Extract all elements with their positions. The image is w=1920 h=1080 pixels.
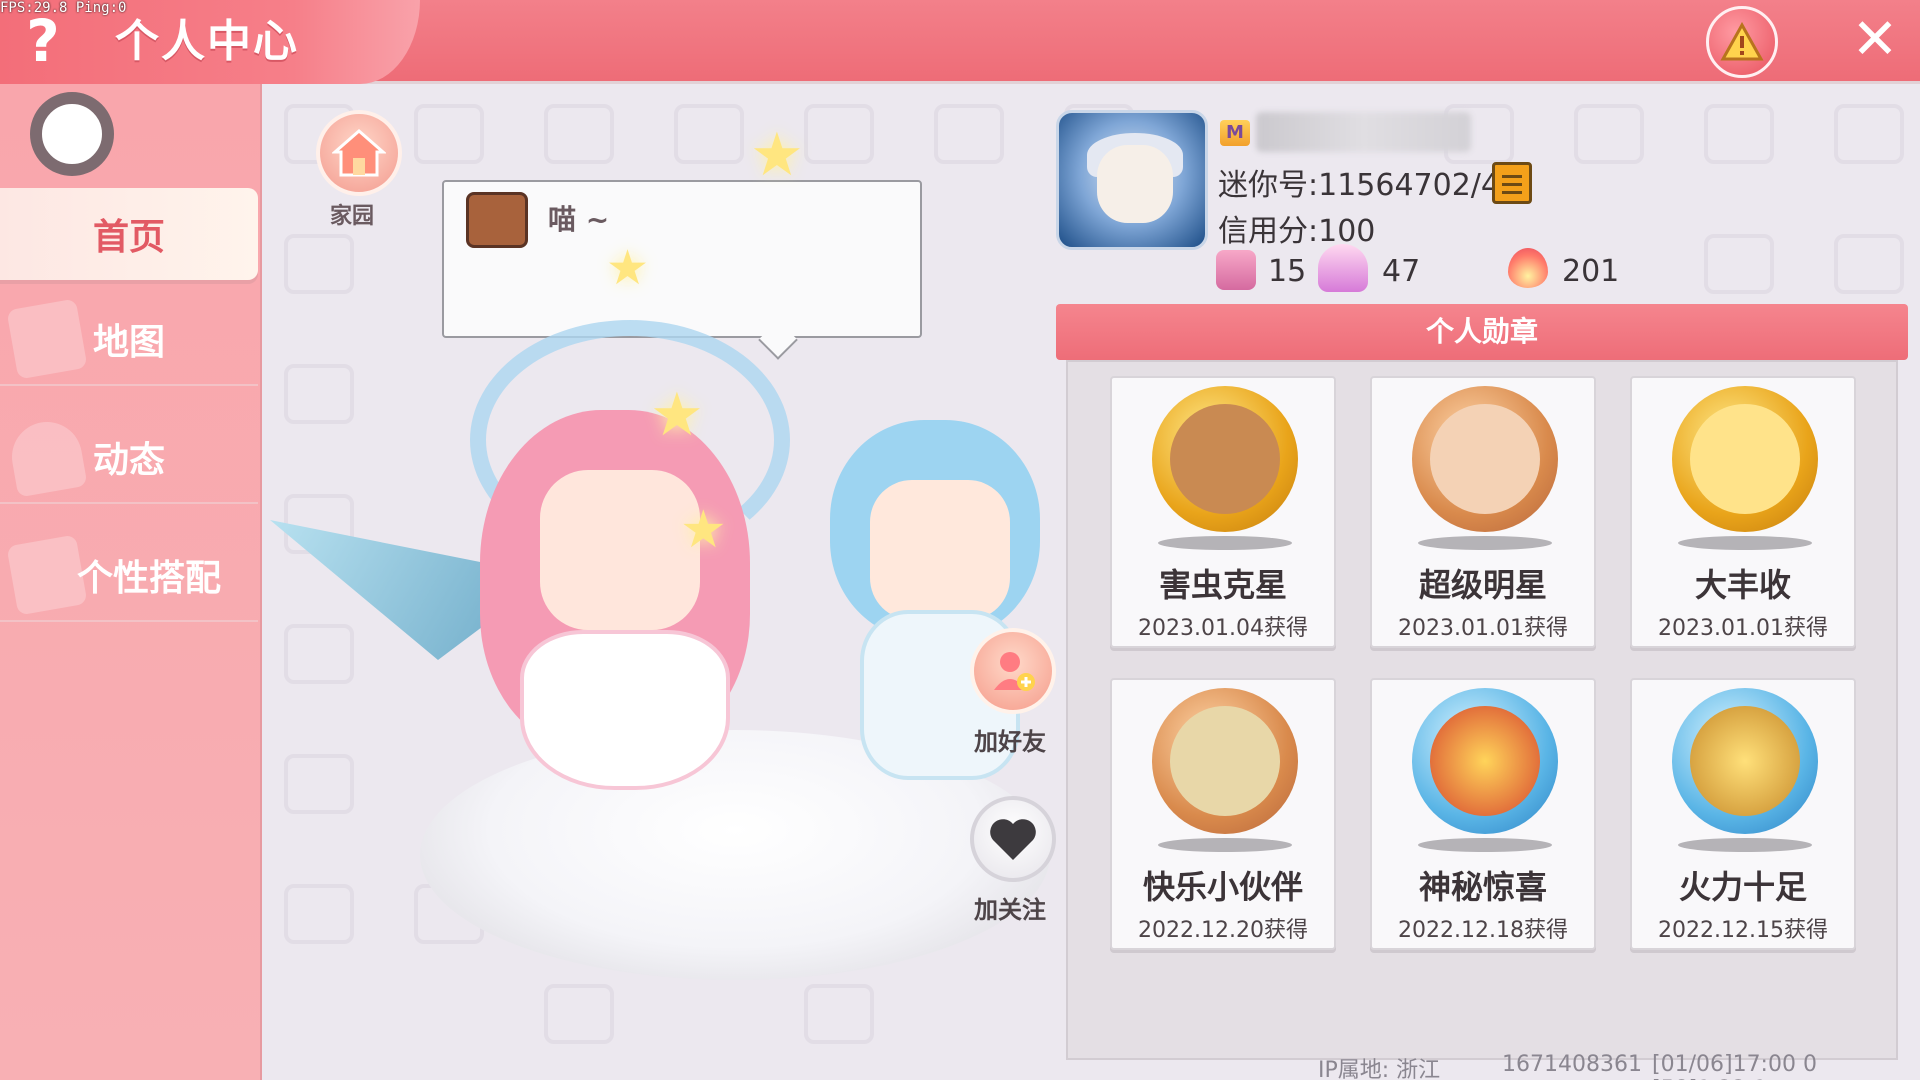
star-icon: ★ — [650, 380, 704, 450]
star-icon: ★ — [680, 500, 727, 560]
medal-card[interactable]: 神秘惊喜 2022.12.18获得 — [1370, 678, 1596, 950]
sidebar-item-feed[interactable]: 动态 — [0, 412, 258, 504]
record-button[interactable] — [30, 92, 114, 176]
fire-icon — [1508, 248, 1548, 288]
medal-date: 2022.12.18获得 — [1398, 918, 1568, 943]
medal-card[interactable]: 超级明星 2023.01.01获得 — [1370, 376, 1596, 648]
medal-date: 2023.01.04获得 — [1138, 616, 1308, 641]
membership-badge-icon: M — [1220, 120, 1250, 146]
house-icon — [332, 129, 386, 177]
medal-date: 2022.12.15获得 — [1658, 918, 1828, 943]
ip-location: IP属地: 浙江 — [1318, 1058, 1441, 1080]
credit-score: 信用分:100 — [1218, 214, 1376, 249]
version-info: [01/06]17:00 0 [58]1.22.1 — [1652, 1052, 1817, 1080]
fps-counter: FPS:29.8 Ping:0 — [0, 0, 127, 16]
username-redacted — [1256, 112, 1471, 152]
medal-shadow — [1678, 838, 1812, 852]
medal-date: 2023.01.01获得 — [1398, 616, 1568, 641]
stat-count: 47 — [1382, 254, 1421, 289]
page-title: 个人中心 — [115, 16, 299, 67]
copy-icon[interactable] — [1492, 162, 1532, 204]
sidebar: 首页 地图 动态 个性搭配 — [0, 84, 262, 1080]
top-bar: ? 个人中心 ✕ — [0, 0, 1920, 84]
medal-shadow — [1678, 536, 1812, 550]
sidebar-item-label: 个性搭配 — [76, 558, 221, 599]
add-friend-label[interactable]: 加好友 — [974, 722, 1046, 757]
warning-triangle-icon[interactable] — [1706, 6, 1778, 78]
medal-date: 2022.12.20获得 — [1138, 918, 1308, 943]
mystery-gift-medal-icon — [1412, 688, 1558, 834]
pest-buster-medal-icon — [1152, 386, 1298, 532]
home-label: 家园 — [330, 204, 375, 229]
follow-label[interactable]: 加关注 — [974, 890, 1046, 925]
medal-card[interactable]: 害虫克星 2023.01.04获得 — [1110, 376, 1336, 648]
sidebar-item-outfit[interactable]: 个性搭配 — [0, 530, 258, 622]
harvest-medal-icon — [1672, 386, 1818, 532]
medal-name: 火力十足 — [1678, 868, 1807, 906]
medal-name: 快乐小伙伴 — [1142, 868, 1303, 906]
superstar-medal-icon — [1412, 386, 1558, 532]
medal-card[interactable]: 火力十足 2022.12.15获得 — [1630, 678, 1856, 950]
firepower-medal-icon — [1672, 688, 1818, 834]
player-avatar-face — [540, 470, 700, 630]
bell-icon — [6, 416, 88, 498]
add-friend-icon — [994, 652, 1035, 691]
sidebar-item-label: 动态 — [92, 440, 165, 481]
trophy-person-icon — [1318, 244, 1368, 292]
sidebar-item-label: 地图 — [92, 322, 165, 363]
medal-shadow — [1158, 838, 1292, 852]
star-icon: ★ — [606, 240, 650, 296]
user-uid: 1671408361 — [1502, 1052, 1642, 1077]
companion-avatar-face — [870, 480, 1010, 620]
player-avatar-dress — [520, 630, 730, 790]
flag-plus-icon — [1216, 250, 1256, 290]
speech-text: 喵 ~ — [548, 203, 610, 236]
add-friend-button[interactable] — [970, 628, 1056, 714]
close-x-icon[interactable]: ✕ — [1845, 10, 1905, 70]
question-mark-icon[interactable]: ? — [18, 6, 68, 76]
user-avatar[interactable] — [1056, 110, 1208, 250]
medal-shadow — [1418, 536, 1552, 550]
medal-card[interactable]: 大丰收 2023.01.01获得 — [1630, 376, 1856, 648]
medal-name: 超级明星 — [1418, 566, 1547, 604]
medal-name: 神秘惊喜 — [1418, 868, 1547, 906]
medal-card[interactable]: 快乐小伙伴 2022.12.20获得 — [1110, 678, 1336, 950]
happy-buddy-medal-icon — [1152, 688, 1298, 834]
stat-count: 201 — [1562, 254, 1620, 289]
home-button[interactable] — [316, 110, 402, 196]
star-icon: ★ — [750, 120, 804, 190]
medal-name: 大丰收 — [1694, 566, 1791, 604]
medal-shadow — [1418, 838, 1552, 852]
pet-avatar-icon — [466, 192, 528, 248]
mini-id: 迷你号:11564702/4 — [1218, 168, 1500, 203]
heart-icon — [990, 819, 1036, 860]
stat-count: 15 — [1268, 254, 1307, 289]
medal-shadow — [1158, 536, 1292, 550]
sidebar-item-label: 首页 — [92, 217, 165, 258]
sidebar-item-map[interactable]: 地图 — [0, 294, 258, 386]
avatar-face — [1097, 145, 1173, 223]
character-scene: ★ ★ ★ ★ — [270, 120, 1070, 1000]
medal-date: 2023.01.01获得 — [1658, 616, 1828, 641]
medals-header: 个人勋章 — [1056, 304, 1908, 360]
medal-name: 害虫克星 — [1158, 566, 1287, 604]
sidebar-item-home[interactable]: 首页 — [0, 188, 258, 280]
follow-button[interactable] — [970, 796, 1056, 882]
map-icon — [6, 298, 88, 380]
